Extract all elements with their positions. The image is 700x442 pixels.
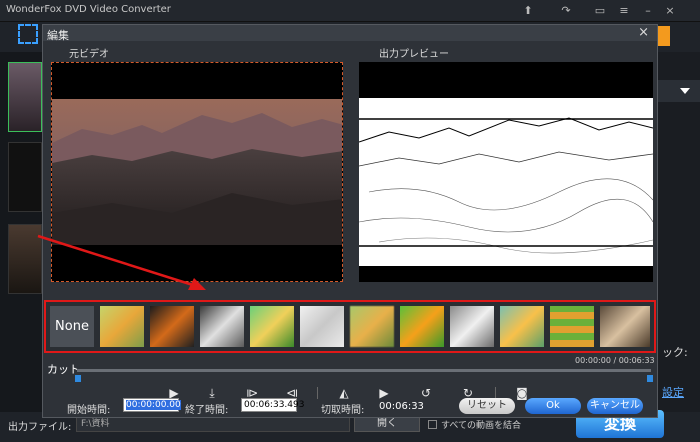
video-thumbnail[interactable] [8,224,42,294]
flip-vertical-icon[interactable]: ▶ [375,385,393,401]
app-titlebar: WonderFox DVD Video Converter ⬆ ↷ ▭ ≡ – … [0,0,700,22]
chat-icon[interactable]: ▭ [590,3,610,19]
open-button[interactable]: 開く [354,416,420,432]
dialog-body: 元ビデオ 出力プレビュー None カット 00:00:00 / 00:06:3… [43,41,657,417]
output-preview [359,62,653,282]
app-close-icon[interactable]: × [660,3,680,19]
effect-sharpen[interactable] [250,306,294,347]
merge-checkbox[interactable] [428,420,437,429]
effect-old-film[interactable] [600,306,650,347]
effect-emboss[interactable] [450,306,494,347]
trim-end-handle[interactable] [647,375,653,382]
add-file-icon[interactable] [18,24,38,44]
menu-icon[interactable]: ≡ [614,3,634,19]
format-dropdown[interactable] [658,80,700,102]
time-counter: 00:00:00 / 00:06:33 [575,356,655,365]
app-title: WonderFox DVD Video Converter [6,4,171,15]
start-time-input[interactable]: 00:00:00.00 [123,398,181,412]
flip-horizontal-icon[interactable]: ◭ [335,385,353,401]
source-video[interactable] [51,62,343,282]
effect-blur[interactable] [100,306,144,347]
cut-time-label: 切取時間: [321,405,365,416]
effect-bright[interactable] [500,306,544,347]
effect-sepia-dark[interactable] [150,306,194,347]
effect-mosaic[interactable] [550,306,594,347]
upload-icon[interactable]: ⬆ [518,3,538,19]
reset-button[interactable]: リセット [459,398,515,414]
timeline-slider[interactable] [77,369,651,372]
preview-label: 出力プレビュー [379,49,449,60]
start-time-label: 開始時間: [67,405,111,416]
file-list [0,52,44,412]
video-thumbnail[interactable] [8,62,42,132]
effect-saturate[interactable] [400,306,444,347]
output-label: 出力ファイル: [8,422,72,433]
end-time-label: 終了時間: [185,405,229,416]
output-path-field[interactable]: F:\資料 [76,416,350,432]
effect-sketch[interactable] [300,306,344,347]
merge-label: すべての動画を結合 [441,421,522,431]
share-icon[interactable]: ↷ [556,3,576,19]
trim-start-handle[interactable] [75,375,81,382]
settings-link[interactable]: 設定 [662,384,684,400]
ok-button[interactable]: Ok [525,398,581,414]
dialog-close-icon[interactable]: × [638,25,649,40]
minimize-icon[interactable]: – [638,3,658,19]
cut-time-value: 00:06:33 [379,401,424,412]
step-forward-icon[interactable]: ⤓ [203,385,221,401]
effect-grayscale[interactable] [200,306,244,347]
edit-dialog: 編集 × 元ビデオ 出力プレビュー None カット 00:00:00 / 00… [42,24,658,418]
cancel-button[interactable]: キャンセル [587,398,643,414]
effect-none[interactable]: None [50,306,94,347]
end-time-input[interactable]: 00:06:33.493 [241,398,304,412]
side-label: ック: [662,346,688,359]
source-label: 元ビデオ [69,49,109,60]
rotate-left-icon[interactable]: ↺ [417,385,435,401]
separator [317,387,318,399]
effect-strip: None [44,300,656,353]
effect-soft-blur[interactable] [350,306,394,347]
video-thumbnail[interactable] [8,142,42,212]
